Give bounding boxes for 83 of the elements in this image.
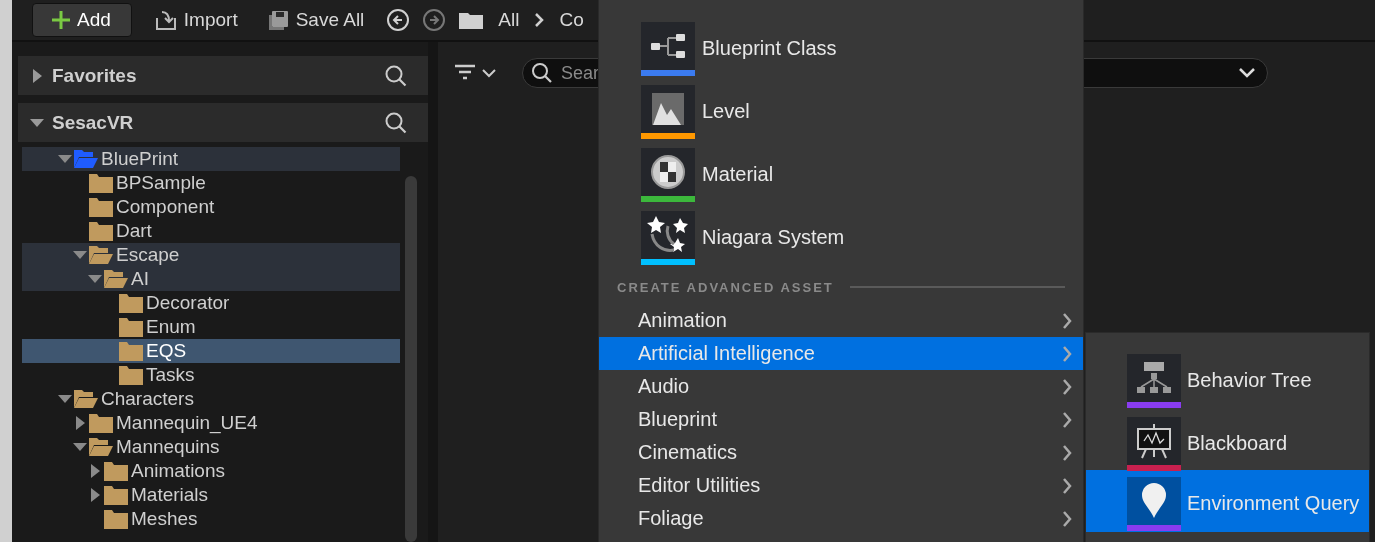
folder-name: Meshes [131,508,198,530]
chevron-right-icon [1061,443,1073,462]
mountain-icon [651,91,685,126]
caret-right-icon[interactable] [88,488,102,502]
save-all-button[interactable]: Save All [259,3,373,37]
chevron-right-icon [533,12,546,28]
tree-row[interactable]: AI [22,267,400,291]
tree-row[interactable]: Decorator [22,291,400,315]
tree-row[interactable]: Enum [22,315,400,339]
chevron-right-icon [1061,311,1073,330]
chevron-right-icon [1061,410,1073,429]
map-pin-icon [1141,482,1167,519]
folder-name: BPSample [116,172,206,194]
menu-item[interactable]: Audio [599,370,1083,403]
menu-item[interactable]: Animation [599,304,1083,337]
search-icon[interactable] [384,63,408,88]
menu-item[interactable]: Behavior Tree [1086,349,1369,412]
filter-icon [454,64,476,82]
search-icon[interactable] [384,110,408,135]
import-button[interactable]: Import [145,3,246,37]
tree-row[interactable]: Dart [22,219,400,243]
filter-button[interactable] [454,64,496,82]
plus-icon [51,10,71,30]
menu-item[interactable]: Cinematics [599,436,1083,469]
caret-right-icon[interactable] [73,416,87,430]
tree-row[interactable]: BPSample [22,171,400,195]
folder-name: BluePrint [101,148,179,170]
folder-name: Animations [131,460,225,482]
tree-row[interactable]: Tasks [22,363,400,387]
menu-item[interactable]: Niagara System [599,206,1083,269]
menu-item[interactable]: Level [599,80,1083,143]
tree-row[interactable]: Characters [22,387,400,411]
folder-name: Tasks [146,364,195,386]
tree-row[interactable]: BluePrint [22,147,400,171]
folder-name: Dart [116,220,152,242]
chevron-down-icon [482,68,496,78]
scrollbar-thumb[interactable] [405,176,417,542]
hierarchy-icon [1136,360,1172,395]
folder-name: Mannequin_UE4 [116,412,258,434]
tree-row[interactable]: Component [22,195,400,219]
floppy-disk-icon [267,9,290,31]
add-button[interactable]: Add [32,3,132,37]
easel-icon [1136,422,1172,459]
node-graph-icon [650,32,686,59]
menu-item[interactable]: Editor Utilities [599,469,1083,502]
section-heading: CREATE ADVANCED ASSET [617,279,834,295]
folder-name: AI [131,268,149,290]
menu-item[interactable]: Environment Query [1086,470,1369,532]
tree-row[interactable]: Meshes [22,507,400,531]
tree-row[interactable]: EQS [22,339,400,363]
checker-sphere-icon [650,153,686,190]
menu-item[interactable]: Artificial Intelligence [599,337,1083,370]
tree-row[interactable]: Mannequin_UE4 [22,411,400,435]
breadcrumb-item[interactable]: Co [559,9,584,31]
tree-row[interactable]: Mannequins [22,435,400,459]
folder-name: Enum [146,316,196,338]
tree-row[interactable]: Materials [22,483,400,507]
menu-item[interactable]: Material [599,143,1083,206]
folder-name: Mannequins [116,436,220,458]
folder-name: Component [116,196,215,218]
folder-name: Decorator [146,292,230,314]
section-title: Favorites [52,64,138,87]
tree-row[interactable]: Escape [22,243,400,267]
chevron-right-icon [1061,476,1073,495]
import-icon [153,9,178,31]
tree-row[interactable]: Animations [22,459,400,483]
menu-item[interactable]: Foliage [599,502,1083,535]
menu-item[interactable]: Blueprint [599,403,1083,436]
section-header[interactable]: SesacVR [18,103,428,142]
folder-name: EQS [146,340,187,362]
chevron-right-icon [1061,509,1073,528]
chevron-right-icon [1061,344,1073,363]
breadcrumb-item[interactable]: All [498,9,520,31]
section-header[interactable]: Favorites [18,56,428,95]
folder-name: Materials [131,484,209,506]
caret-right-icon[interactable] [88,464,102,478]
section-title: SesacVR [52,111,135,134]
folder-name: Characters [101,388,194,410]
search-icon [531,62,553,84]
chevron-down-icon [1239,68,1255,78]
menu-item[interactable]: Blueprint Class [599,17,1083,80]
folder-name: Escape [116,244,180,266]
chevron-right-icon [1061,377,1073,396]
